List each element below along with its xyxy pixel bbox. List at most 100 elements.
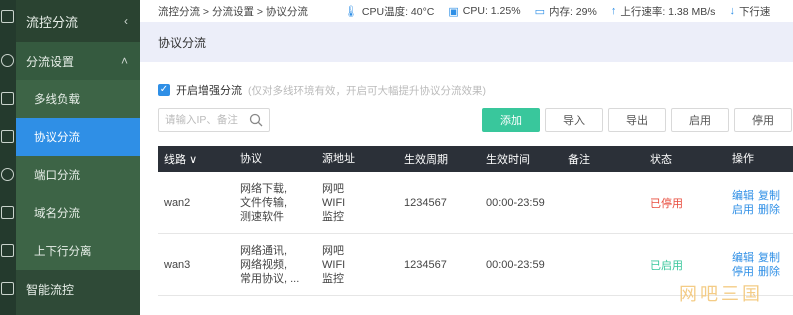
- page-title: 协议分流: [158, 35, 207, 50]
- cpu-value: CPU: 1.25%: [462, 5, 521, 17]
- thermometer-icon: 🌡: [343, 5, 358, 18]
- monitor-icon[interactable]: [1, 92, 14, 105]
- arrow-up-icon: ↑: [610, 5, 617, 17]
- enhanced-split-label[interactable]: 开启增强分流: [176, 82, 242, 98]
- add-button[interactable]: 添加: [482, 108, 540, 132]
- sidebar-title: 流控分流: [26, 14, 79, 30]
- user-icon[interactable]: [1, 168, 14, 181]
- watermark-logo: 网吧三国: [679, 284, 763, 305]
- search-input[interactable]: [159, 110, 245, 130]
- cell-source: 网吧 WIFI 监控: [322, 182, 404, 224]
- column-header-time: 生效时间: [486, 154, 530, 166]
- cpu-temp-stat: 🌡 CPU温度: 40°C: [344, 4, 434, 19]
- icon-strip: [0, 0, 16, 315]
- arrow-down-icon: ↓: [729, 5, 735, 17]
- edit-link[interactable]: 编辑: [732, 252, 754, 264]
- protocol-line: 文件传输,: [240, 196, 288, 209]
- sidebar-item-multiline-load[interactable]: 多线负载: [16, 80, 140, 118]
- network-icon[interactable]: [1, 244, 14, 257]
- edit-link[interactable]: 编辑: [732, 190, 754, 202]
- table-row: wan2 网络下载, 文件传输, 测速软件 网吧 WIFI 监控 1234567…: [158, 172, 793, 234]
- cell-time: 00:00-23:59: [486, 196, 545, 209]
- copy-link[interactable]: 复制: [758, 252, 780, 264]
- export-button[interactable]: 导出: [608, 108, 666, 132]
- sidebar-item-port-split[interactable]: 端口分流: [16, 156, 140, 194]
- status-badge: 已启用: [650, 259, 683, 272]
- search-box: [158, 108, 270, 132]
- copy-link[interactable]: 复制: [758, 190, 780, 202]
- page-title-bar: 协议分流: [140, 22, 793, 62]
- disable-button[interactable]: 停用: [734, 108, 792, 132]
- delete-link[interactable]: 删除: [758, 266, 780, 278]
- sidebar-item-label: 协议分流: [34, 132, 80, 144]
- table-header: 线路 ∨ 协议 源地址 生效周期 生效时间 备注 状态 操作: [158, 146, 793, 172]
- protocol-line: 常用协议, ...: [240, 272, 300, 285]
- document-icon[interactable]: [1, 206, 14, 219]
- memory-stat: ▭ 内存: 29%: [535, 4, 597, 19]
- download-rate-value: 下行速: [738, 5, 771, 18]
- upload-rate-stat: ↑ 上行速率: 1.38 MB/s: [611, 4, 716, 19]
- column-header-source: 源地址: [322, 153, 355, 165]
- menu-icon[interactable]: [1, 10, 14, 23]
- column-header-note: 备注: [568, 154, 590, 166]
- source-line: WIFI: [322, 196, 346, 209]
- sidebar-item-label: 域名分流: [34, 208, 80, 220]
- source-line: 网吧: [322, 182, 344, 195]
- cpu-temp-value: CPU温度: 40°C: [361, 5, 435, 18]
- source-line: 监控: [322, 272, 344, 285]
- sidebar-item-updown-separation[interactable]: 上下行分离: [16, 232, 140, 270]
- chip-icon: ▣: [448, 5, 459, 18]
- protocol-line: 网络视频,: [240, 258, 288, 271]
- sidebar-item-label: 端口分流: [34, 170, 80, 182]
- settings-icon[interactable]: [1, 54, 14, 67]
- sidebar-item-label: 上下行分离: [34, 246, 92, 258]
- column-header-period: 生效周期: [404, 154, 448, 166]
- shield-icon[interactable]: [1, 130, 14, 143]
- column-header-label: 线路: [164, 154, 186, 166]
- sidebar-item-label: 多线负载: [34, 94, 80, 106]
- column-header-actions: 操作: [732, 153, 754, 165]
- protocol-line: 网络下载,: [240, 182, 288, 195]
- import-button[interactable]: 导入: [545, 108, 603, 132]
- breadcrumb: 流控分流 > 分流设置 > 协议分流: [158, 5, 308, 18]
- cell-line: wan2: [164, 196, 191, 209]
- sidebar-header[interactable]: 流控分流 ‹: [16, 0, 140, 42]
- column-header-line[interactable]: 线路 ∨: [158, 151, 240, 167]
- top-status-bar: 流控分流 > 分流设置 > 协议分流 🌡 CPU温度: 40°C ▣ CPU: …: [140, 0, 793, 22]
- sidebar-group-label: 分流设置: [26, 54, 75, 69]
- cell-actions: 编辑 复制 启用 删除: [732, 189, 793, 217]
- download-rate-stat: ↓ 下行速: [729, 4, 770, 19]
- search-icon[interactable]: [249, 113, 263, 127]
- sidebar-item-label: 智能流控: [26, 282, 75, 297]
- cell-period: 1234567: [404, 258, 447, 271]
- sidebar-group-split-settings[interactable]: 分流设置 ˄: [16, 42, 140, 80]
- cell-source: 网吧 WIFI 监控: [322, 244, 404, 286]
- cell-period: 1234567: [404, 196, 447, 209]
- file-icon[interactable]: [1, 282, 14, 295]
- status-badge: 已停用: [650, 197, 683, 210]
- enhanced-split-option: ✓ 开启增强分流 (仅对多线环境有效，开启可大幅提升协议分流效果): [158, 82, 486, 98]
- enhanced-split-hint: (仅对多线环境有效，开启可大幅提升协议分流效果): [248, 84, 486, 97]
- sidebar: 流控分流 ‹ 分流设置 ˄ 多线负载 协议分流 端口分流 域名分流 上下行分离 …: [16, 0, 140, 315]
- protocol-line: 网络通讯,: [240, 244, 288, 257]
- memory-value: 内存: 29%: [548, 5, 597, 18]
- enable-button[interactable]: 启用: [671, 108, 729, 132]
- memory-icon: ▭: [534, 5, 545, 18]
- cell-protocol: 网络下载, 文件传输, 测速软件: [240, 182, 322, 224]
- chevron-up-icon: ˄: [120, 54, 128, 68]
- sidebar-item-smart-flow[interactable]: 智能流控: [16, 270, 140, 308]
- delete-link[interactable]: 删除: [758, 204, 780, 216]
- main-content: 流控分流 > 分流设置 > 协议分流 🌡 CPU温度: 40°C ▣ CPU: …: [140, 0, 793, 315]
- chevron-down-icon: ∨: [189, 154, 198, 166]
- sidebar-item-domain-split[interactable]: 域名分流: [16, 194, 140, 232]
- column-header-status: 状态: [650, 154, 672, 166]
- sidebar-item-protocol-split[interactable]: 协议分流: [16, 118, 140, 156]
- upload-rate-value: 上行速率: 1.38 MB/s: [620, 5, 716, 18]
- disable-link[interactable]: 停用: [732, 266, 754, 278]
- cpu-stat: ▣ CPU: 1.25%: [448, 5, 520, 18]
- source-line: 监控: [322, 210, 344, 223]
- chevron-left-icon[interactable]: ‹: [124, 14, 128, 28]
- enhanced-split-checkbox[interactable]: ✓: [158, 84, 170, 96]
- enable-link[interactable]: 启用: [732, 204, 754, 216]
- cell-time: 00:00-23:59: [486, 258, 545, 271]
